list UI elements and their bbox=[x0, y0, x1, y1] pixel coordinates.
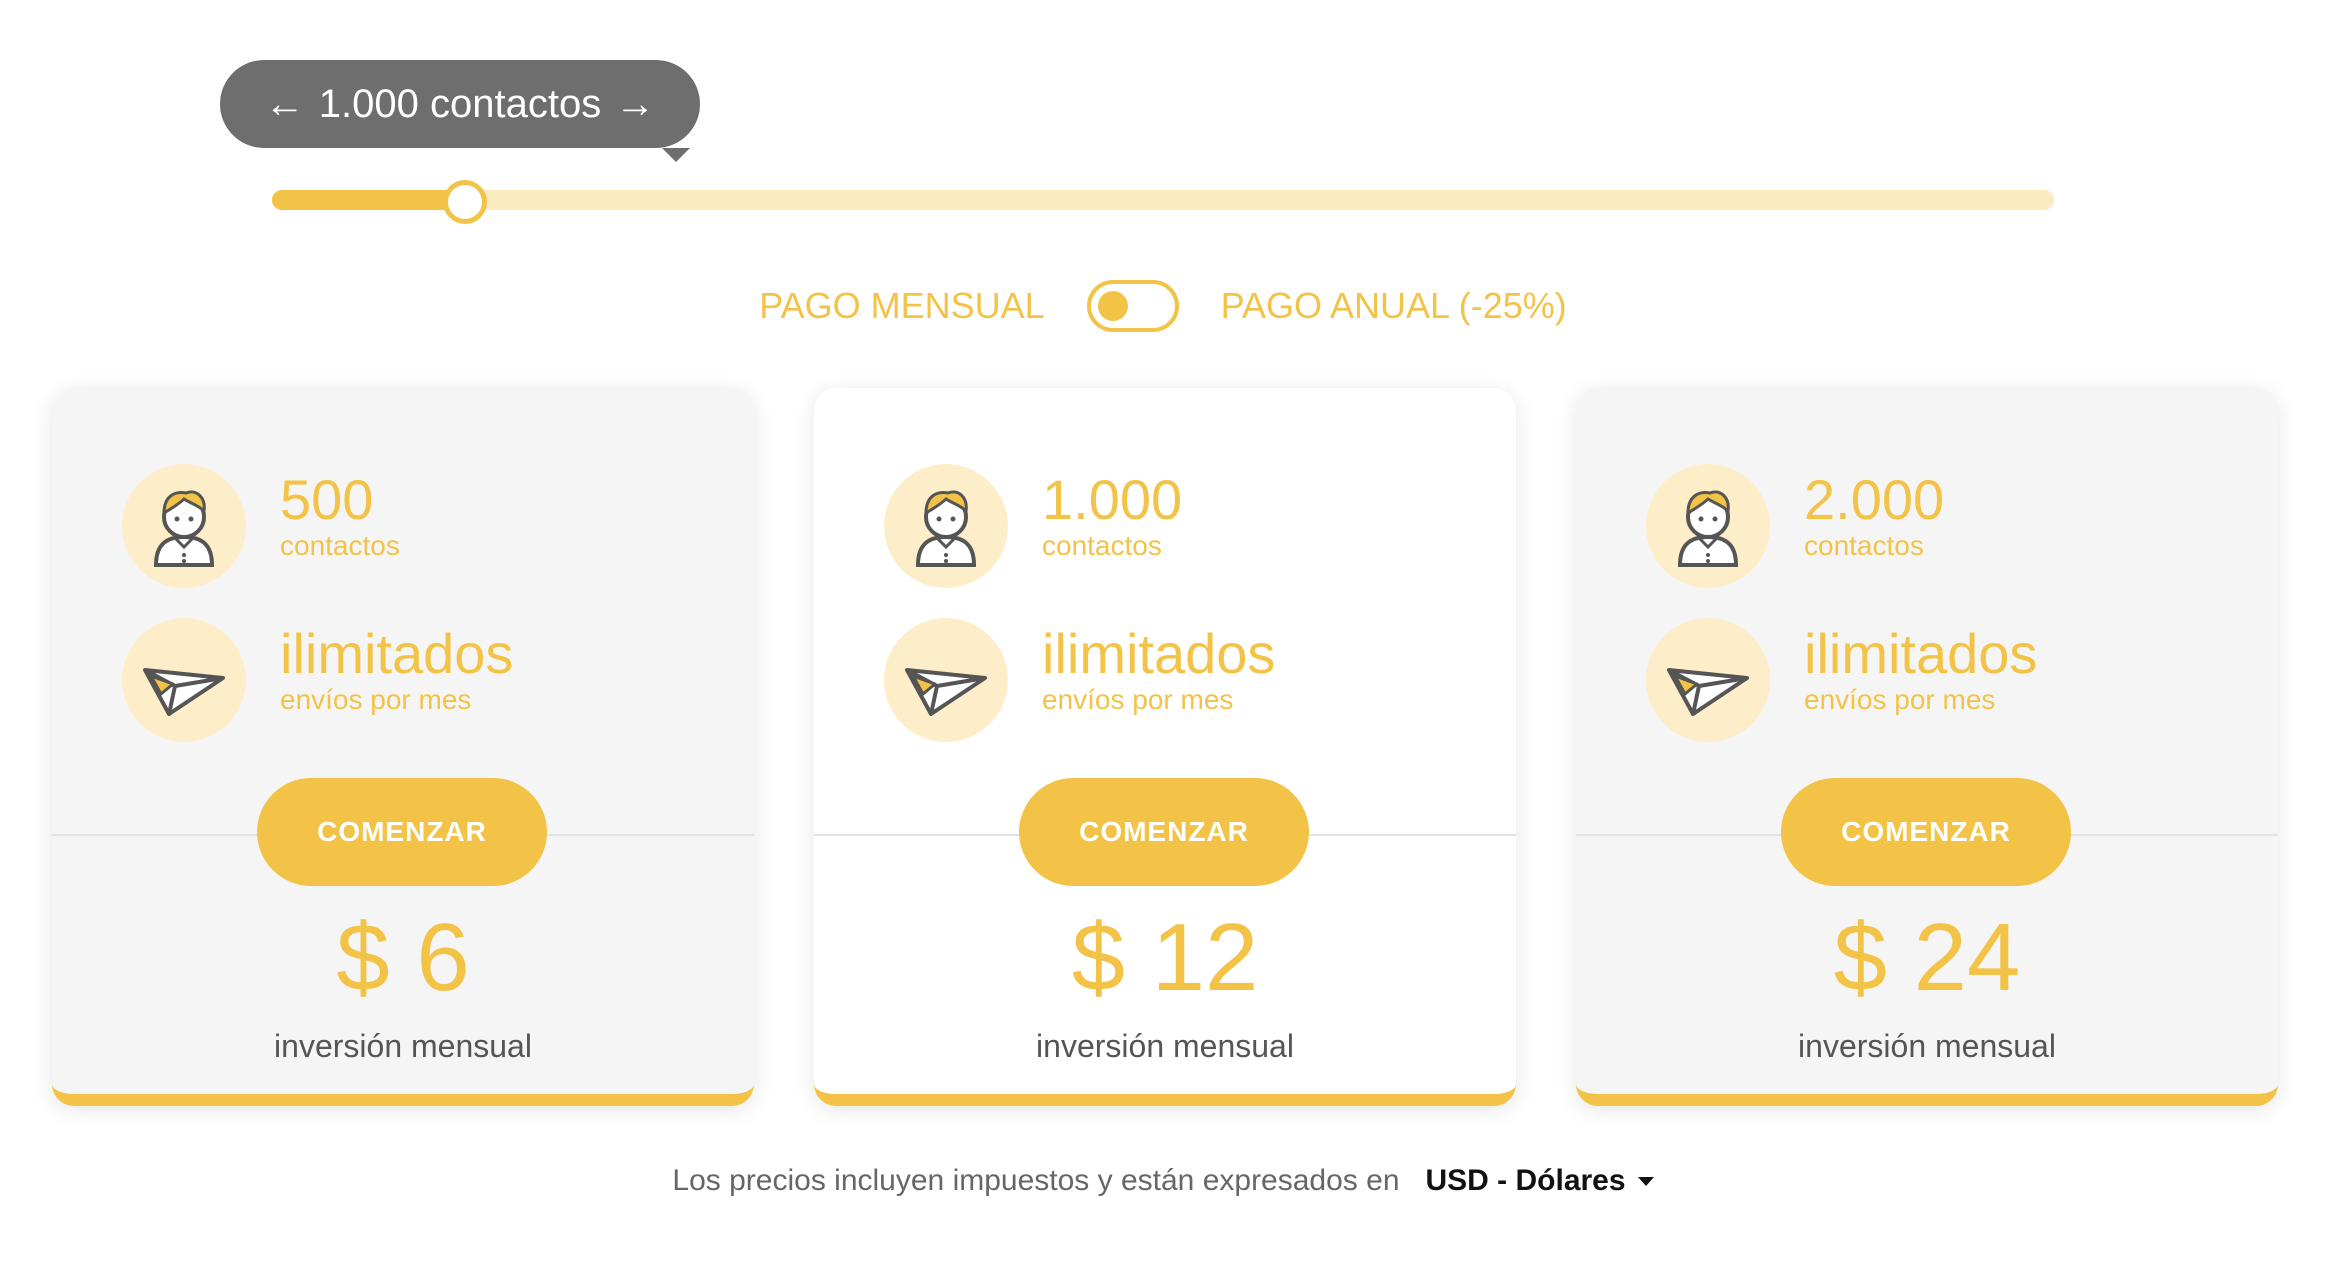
plan-card: 500 contactos ilimitados envíos por mes … bbox=[52, 388, 754, 1106]
pricing-plans: 500 contactos ilimitados envíos por mes … bbox=[52, 388, 2278, 1106]
sends-value: ilimitados bbox=[1042, 622, 1276, 685]
start-button[interactable]: COMENZAR bbox=[257, 778, 547, 886]
slider-value-label: 1.000 contactos bbox=[318, 81, 602, 126]
contacts-feature: 500 contactos bbox=[122, 464, 400, 588]
contacts-slider-track[interactable] bbox=[272, 180, 2054, 224]
sends-feature: ilimitados envíos por mes bbox=[1646, 618, 2037, 742]
monthly-billing-label[interactable]: PAGO MENSUAL bbox=[759, 285, 1044, 327]
pricing-footer: Los precios incluyen impuestos y están e… bbox=[0, 1164, 2326, 1198]
billing-period-selector: PAGO MENSUAL PAGO ANUAL (-25%) bbox=[0, 280, 2326, 332]
contacts-label: contactos bbox=[280, 530, 400, 561]
plan-price: $ 12 bbox=[1071, 904, 1259, 1011]
sends-label: envíos por mes bbox=[1804, 684, 1996, 715]
sends-label: envíos por mes bbox=[280, 684, 472, 715]
price-label: inversión mensual bbox=[274, 1028, 532, 1064]
contacts-slider-fill bbox=[272, 190, 463, 210]
arrow-left-icon: ← bbox=[264, 82, 305, 126]
contacts-feature: 2.000 contactos bbox=[1646, 464, 1944, 588]
plan-card-featured: 1.000 contactos ilimitados envíos por me… bbox=[814, 388, 1516, 1106]
sends-feature: ilimitados envíos por mes bbox=[884, 618, 1275, 742]
price-label: inversión mensual bbox=[1798, 1028, 2056, 1064]
plan-card: 2.000 contactos ilimitados envíos por me… bbox=[1576, 388, 2278, 1106]
paper-plane-icon bbox=[884, 618, 1008, 742]
contacts-value: 1.000 bbox=[1042, 468, 1183, 531]
price-label: inversión mensual bbox=[1036, 1028, 1294, 1064]
plan-price: $ 24 bbox=[1833, 904, 2021, 1011]
start-button[interactable]: COMENZAR bbox=[1781, 778, 2071, 886]
contacts-slider-handle[interactable] bbox=[442, 180, 487, 224]
slider-tooltip: ← 1.000 contactos → bbox=[220, 60, 700, 162]
contacts-value: 2.000 bbox=[1804, 468, 1945, 531]
arrow-right-icon: → bbox=[615, 82, 656, 126]
billing-toggle[interactable] bbox=[1086, 280, 1179, 332]
paper-plane-icon bbox=[1646, 618, 1770, 742]
sends-label: envíos por mes bbox=[1042, 684, 1234, 715]
plan-price: $ 6 bbox=[336, 904, 470, 1011]
user-icon bbox=[122, 464, 246, 588]
paper-plane-icon bbox=[122, 618, 246, 742]
sends-value: ilimitados bbox=[1804, 622, 2038, 685]
contacts-label: contactos bbox=[1804, 530, 1924, 561]
tax-note: Los precios incluyen impuestos y están e… bbox=[672, 1164, 1400, 1197]
currency-selector[interactable]: USD - Dólares bbox=[1426, 1164, 1654, 1198]
sends-feature: ilimitados envíos por mes bbox=[122, 618, 513, 742]
user-icon bbox=[1646, 464, 1770, 588]
contacts-value: 500 bbox=[280, 468, 374, 531]
contacts-label: contactos bbox=[1042, 530, 1162, 561]
currency-value: USD - Dólares bbox=[1425, 1164, 1626, 1197]
caret-down-icon bbox=[1637, 1176, 1654, 1186]
billing-toggle-knob bbox=[1097, 291, 1128, 321]
user-icon bbox=[884, 464, 1008, 588]
start-button[interactable]: COMENZAR bbox=[1019, 778, 1309, 886]
contacts-feature: 1.000 contactos bbox=[884, 464, 1182, 588]
annual-billing-label[interactable]: PAGO ANUAL (-25%) bbox=[1221, 285, 1567, 327]
sends-value: ilimitados bbox=[280, 622, 514, 685]
